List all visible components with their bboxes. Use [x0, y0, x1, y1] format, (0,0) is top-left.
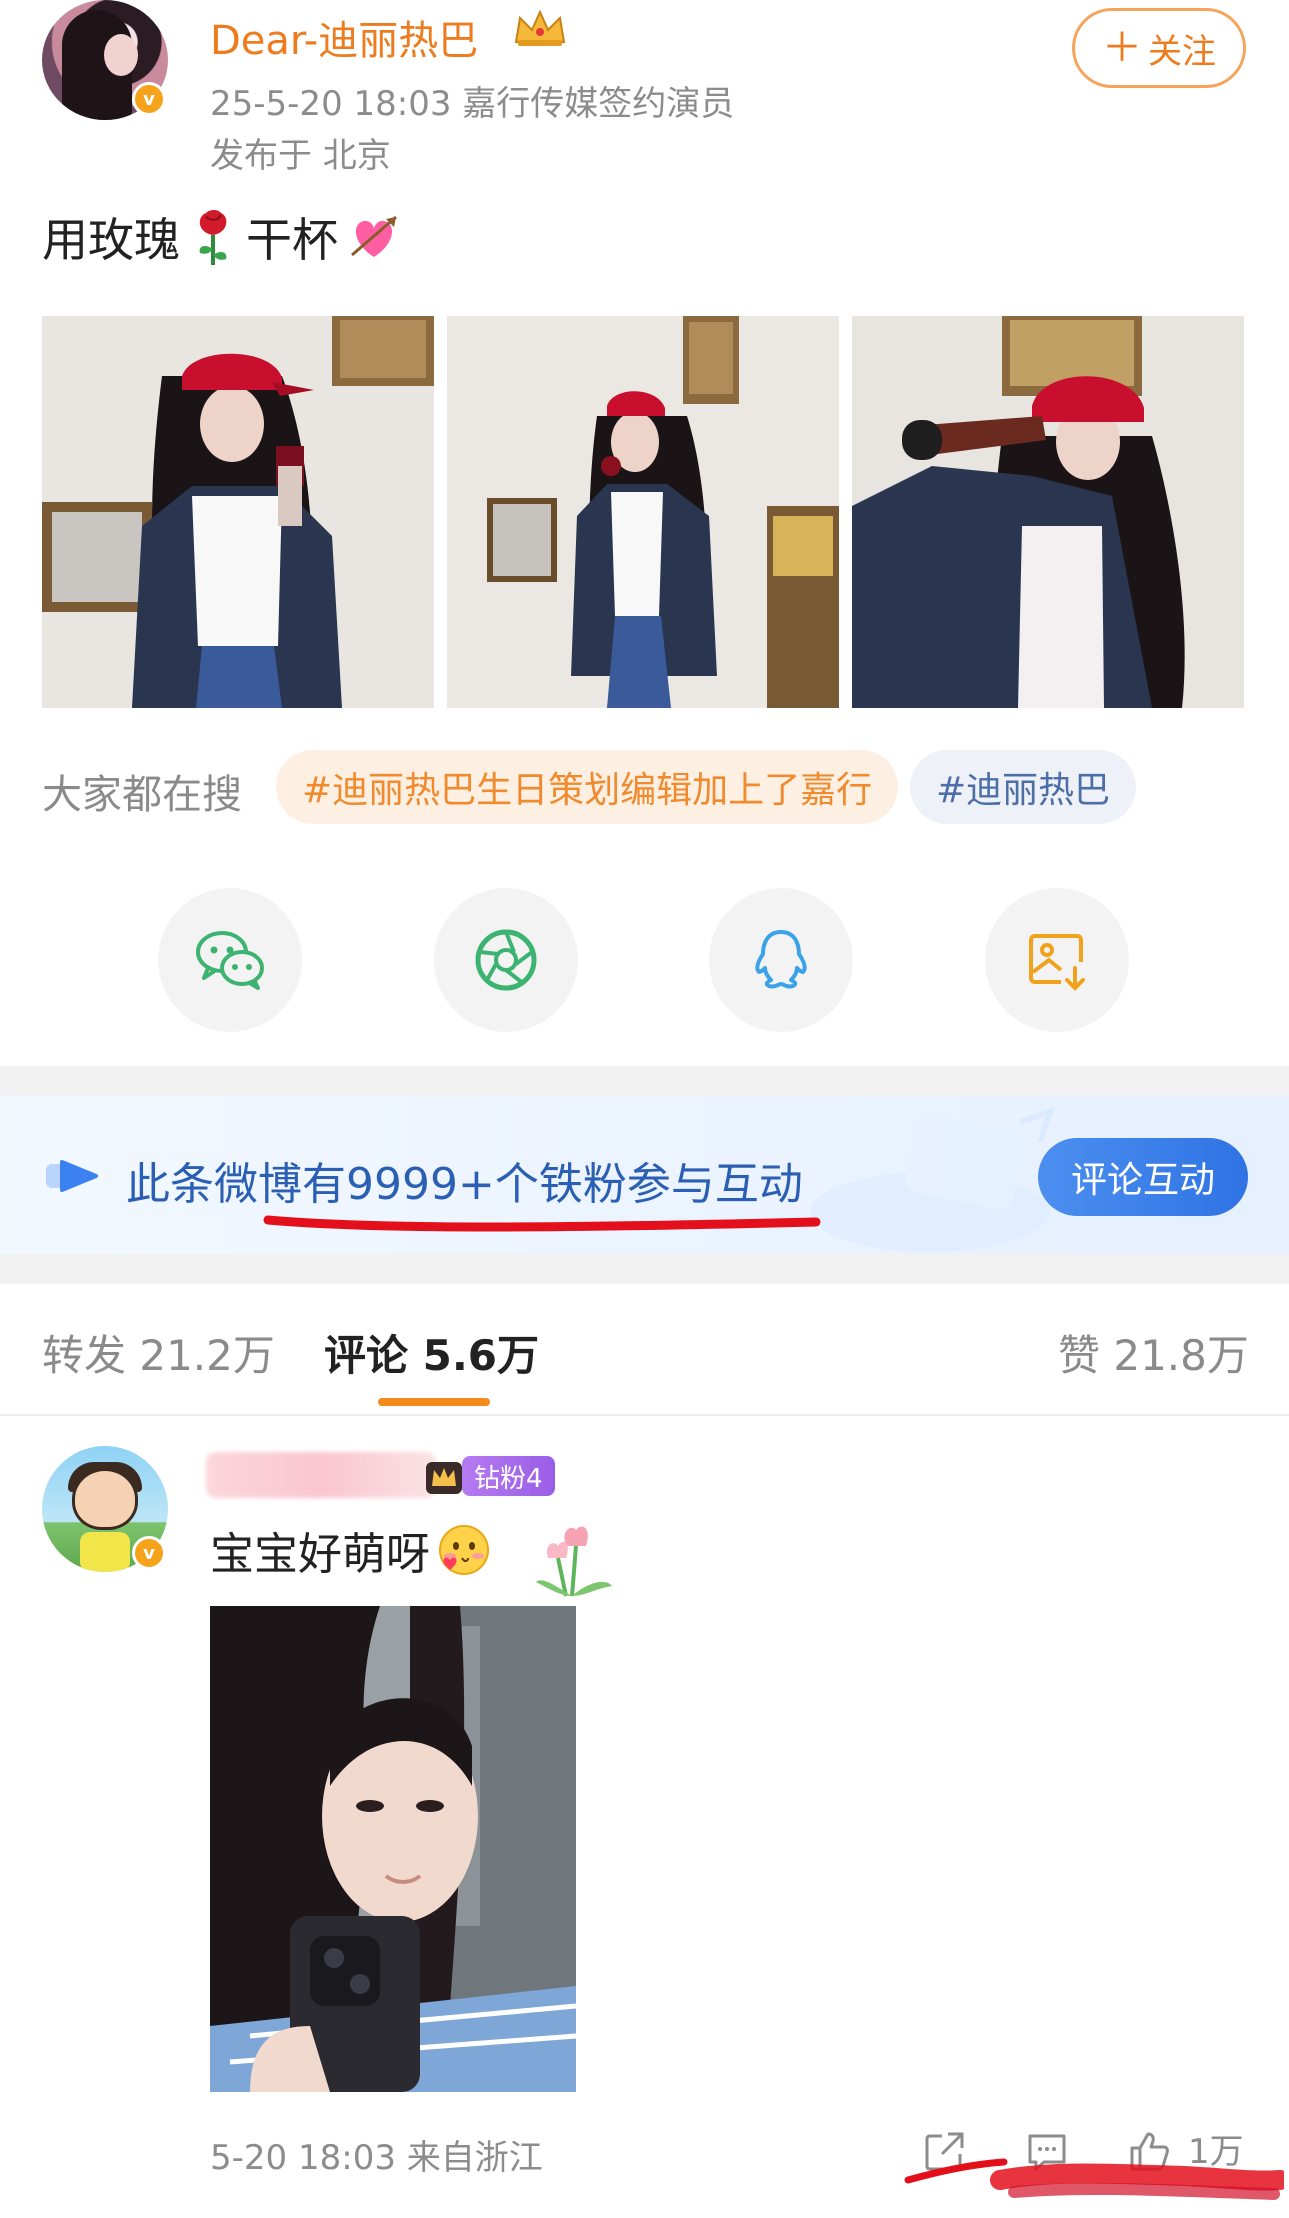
rose-emoji-icon	[199, 210, 227, 265]
post-text: 用玫瑰 干杯	[42, 204, 402, 270]
post-location: 发布于 北京	[210, 136, 391, 176]
post-photo-3[interactable]	[852, 316, 1244, 708]
share-moments-button[interactable]	[434, 888, 578, 1032]
play-icon	[46, 1160, 98, 1192]
plus-icon: ＋	[1102, 25, 1142, 71]
wechat-icon	[196, 931, 264, 990]
verified-badge-icon: v	[132, 1536, 166, 1570]
section-divider	[0, 1254, 1289, 1284]
moments-icon	[475, 929, 537, 991]
tulip-decoration-icon	[536, 1526, 612, 1597]
tab-repost[interactable]: 转发 21.2万	[42, 1322, 275, 1383]
tab-active-indicator	[378, 1398, 490, 1406]
search-tag[interactable]: #迪丽热巴	[910, 750, 1137, 824]
post-text-part1: 用玫瑰	[42, 213, 180, 267]
tab-divider	[0, 1414, 1289, 1416]
post-photo-2[interactable]	[447, 316, 839, 708]
crown-icon	[514, 9, 566, 46]
red-scribble-annotation	[904, 2158, 1284, 2200]
follow-label: 关注	[1148, 31, 1216, 72]
red-underline-annotation	[263, 1215, 821, 1232]
heart-arrow-emoji-icon	[351, 215, 397, 257]
qq-icon	[755, 930, 807, 989]
follow-button[interactable]: ＋ 关注	[1072, 8, 1246, 88]
comment-text: 宝宝好萌呀	[210, 1518, 492, 1582]
save-image-icon	[1029, 934, 1085, 991]
share-qq-button[interactable]	[709, 888, 853, 1032]
comment-interact-button[interactable]: 评论互动	[1038, 1138, 1248, 1216]
post-text-part2: 干杯	[246, 213, 338, 267]
comment-text-content: 宝宝好萌呀	[210, 1529, 430, 1580]
search-trending-label: 大家都在搜	[42, 772, 242, 818]
tab-comments[interactable]: 评论 5.6万	[324, 1322, 539, 1383]
fan-level-badge: 钻粉4	[462, 1456, 555, 1496]
comment-meta: 5-20 18:03 来自浙江	[210, 2138, 543, 2178]
post-meta: 25-5-20 18:03 嘉行传媒签约演员	[210, 84, 735, 124]
post-photo-1[interactable]	[42, 316, 434, 708]
save-image-button[interactable]	[985, 888, 1129, 1032]
verified-badge-icon: v	[132, 82, 166, 116]
blush-emoji-icon	[439, 1525, 489, 1575]
section-divider	[0, 1066, 1289, 1096]
fan-crown-icon	[426, 1462, 462, 1494]
tab-likes[interactable]: 赞 21.8万	[1058, 1322, 1249, 1383]
comment-image[interactable]	[210, 1606, 576, 2092]
commenter-name-redacted[interactable]	[206, 1452, 436, 1498]
author-name[interactable]: Dear-迪丽热巴	[210, 8, 478, 66]
search-tag-hot[interactable]: #迪丽热巴生日策划编辑加上了嘉行	[276, 750, 899, 824]
share-wechat-button[interactable]	[158, 888, 302, 1032]
